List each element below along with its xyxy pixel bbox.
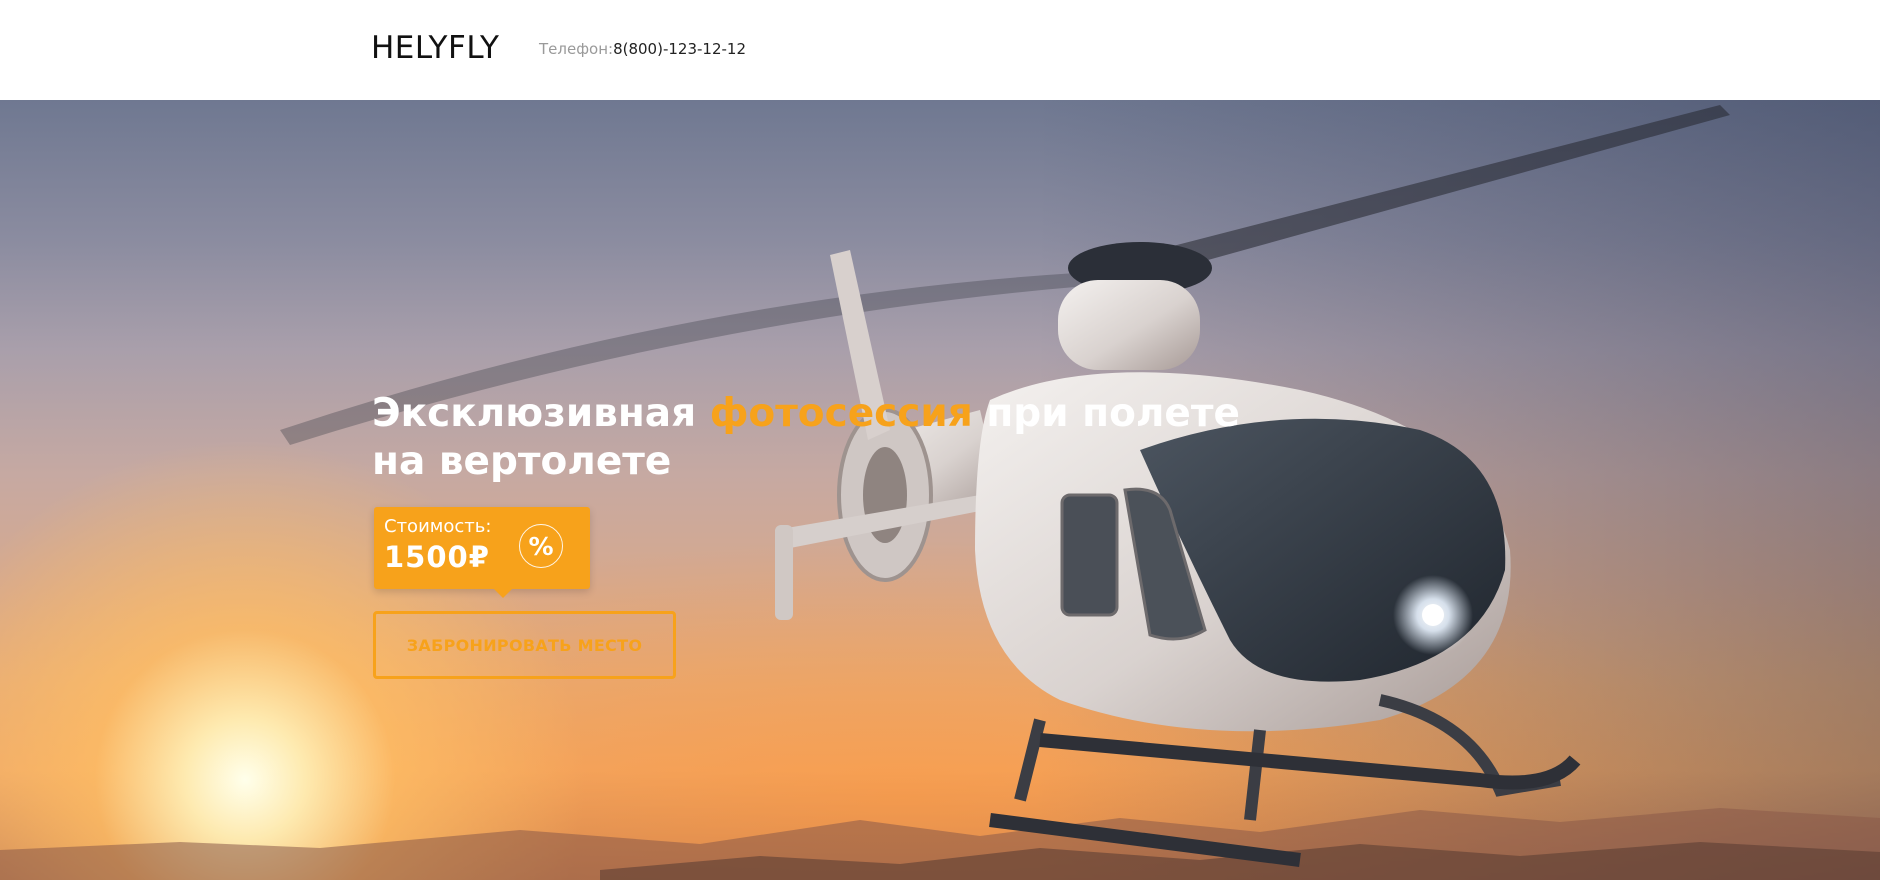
header-phone: Телефон:8(800)-123-12-12 (539, 40, 746, 58)
phone-number[interactable]: 8(800)-123-12-12 (613, 40, 746, 58)
price-label: Стоимость: (384, 516, 492, 537)
price-badge: Стоимость: 1500₽ % (374, 507, 590, 598)
book-seat-button[interactable]: ЗАБРОНИРОВАТЬ МЕСТО (373, 611, 676, 679)
site-header: HELYFLY Телефон:8(800)-123-12-12 (0, 0, 1880, 100)
helicopter-sunset-photo (280, 105, 1730, 867)
hero-section: Эксклюзивная фотосессия при полете на ве… (0, 100, 1880, 880)
site-logo[interactable]: HELYFLY (371, 30, 499, 66)
phone-label: Телефон: (539, 40, 614, 58)
headline-accent: фотосессия (709, 391, 973, 436)
percent-icon: % (519, 524, 563, 568)
headline-part1: Эксклюзивная (372, 391, 710, 436)
hero-content: Эксклюзивная фотосессия при полете на ве… (372, 390, 1272, 679)
price-value: 1500₽ (384, 540, 490, 574)
hero-headline: Эксклюзивная фотосессия при полете на ве… (372, 390, 1272, 486)
